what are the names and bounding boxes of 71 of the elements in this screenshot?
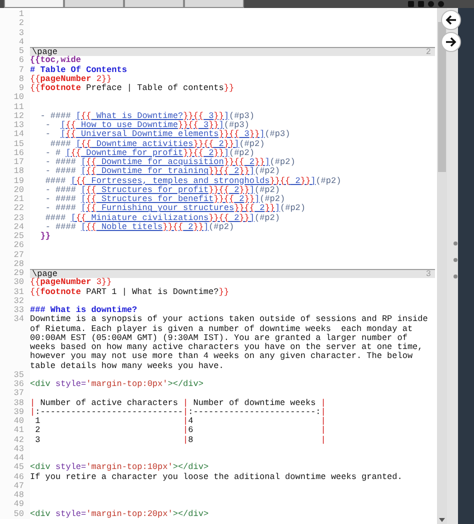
scrollbar[interactable] xyxy=(437,8,447,524)
code-line: \page xyxy=(32,270,58,278)
code-line: - [{{ Universal Downtime elements}}{{ 3}}](#p3) xyxy=(44,130,292,140)
code-line: 2 |6 | xyxy=(34,426,327,436)
code-line: If you retire a character you loose the aditional downtime weeks granted. xyxy=(30,472,404,482)
line-number: 41 xyxy=(0,426,30,436)
code-line: {{footnote PART 1 | What is Downtime?}} xyxy=(30,288,230,297)
line-number: 48 xyxy=(0,491,30,500)
right-arrow-icon xyxy=(445,37,457,47)
code-line: - #### [{{ Structures for profit}}{{ 2}}](#p2) xyxy=(44,186,280,195)
page-number: 2 xyxy=(426,48,431,56)
code-line: 3 |8 | xyxy=(34,436,327,445)
code-line: #### [{{ Fortresses, temples and strongholds}}{{ 2}}](#p2) xyxy=(44,176,342,186)
code-line: - # [{{ Downtime for profit}}{{ 2}}](#p2) xyxy=(44,148,254,158)
line-number: 13 xyxy=(0,121,30,130)
line-number: 21 xyxy=(0,195,30,204)
code-line: - #### [{{ Structures for benefit}}{{ 2}}](#p2) xyxy=(44,195,286,204)
scroll-down-arrow-icon[interactable] xyxy=(439,518,445,522)
code-line: 1 |4 | xyxy=(34,417,327,426)
code-line: - #### [{{ Furnishing your structures}}{{ 2}}](#p2) xyxy=(44,204,307,214)
left-arrow-icon xyxy=(445,15,457,25)
toolbar-tab[interactable] xyxy=(124,0,184,8)
code-line: #### [{{ Miniature civilizations}}{{ 2}}](#p2) xyxy=(44,214,281,222)
code-line: {{pageNumber 2}} xyxy=(30,74,112,84)
line-number: 44 xyxy=(0,454,30,464)
line-number: 18 xyxy=(0,167,30,176)
code-line: - #### [{{ What is Downtime?}}{{ 3}}](#p3) xyxy=(39,112,256,121)
line-number: 9 xyxy=(0,84,30,94)
toolbar-tab[interactable] xyxy=(64,0,124,8)
line-number: 33 xyxy=(0,306,30,316)
line-number: 5 xyxy=(0,47,30,56)
line-number: 36 xyxy=(0,380,30,390)
code-line: <div style='margin-top:20px'></div> xyxy=(30,510,210,519)
line-number: 2 xyxy=(0,19,30,28)
code-line: \page xyxy=(32,48,58,56)
line-number: 25 xyxy=(0,232,30,242)
toolbar-tab[interactable] xyxy=(184,0,244,8)
line-number: 34 xyxy=(0,315,30,371)
code-line: {{toc,wide xyxy=(30,56,82,66)
code-line: # Table Of Contents xyxy=(30,66,128,74)
code-line: ### What is downtime? xyxy=(30,306,138,315)
code-line: #### [{{ Downtime activities}}{{ 2}}](#p2) xyxy=(49,140,266,148)
line-number: 37 xyxy=(0,389,30,398)
code-line: - #### [{{ Downtime for training}}{{ 2}}](#p2) xyxy=(44,167,281,176)
code-line: {{footnote Preface | Table of contents}} xyxy=(30,84,236,94)
code-line: - #### [{{ Downtime for acquisition}}{{ 2}}](#p2) xyxy=(44,158,296,167)
code-line: - #### [{{ Noble titels}}{{ 2}}](#p2) xyxy=(45,222,236,232)
code-line: - [{{ How to use Downtime}}{{ 3}}](#p3) xyxy=(44,121,250,130)
scrollbar-thumb[interactable] xyxy=(438,22,446,172)
line-number: 6 xyxy=(0,56,30,66)
line-number: 40 xyxy=(0,417,30,426)
code-line: <div style='margin-top:10px'></div> xyxy=(30,463,210,472)
line-number: 22 xyxy=(0,204,30,214)
code-line: | Number of active characters | Number of downtime weeks | xyxy=(30,398,327,408)
code-line: <div style='margin-top:0px'></div> xyxy=(30,380,204,390)
line-number: 26 xyxy=(0,241,30,250)
toolbar-tab[interactable] xyxy=(4,0,64,8)
code-line: Downtime is a synopsis of your actions taken outside of sessions and RP inside of Rietuma. Each player is given a number of downtime weeks each monday at 00:00AM EST (05:00AM GMT) (9:30AM IST). You are granted a larger number of weeks based on how many active characters you have on the server at one time, however you may not use more than 4 weeks on any given character. The below table details how many weeks you have. xyxy=(30,315,429,371)
code-line: }} xyxy=(39,232,52,242)
line-number: 29 xyxy=(0,269,30,278)
line-number: 14 xyxy=(0,130,30,140)
page-number: 3 xyxy=(426,270,431,278)
code-line: |:----------------------------|:------------------------:| xyxy=(30,408,327,417)
code-line: {{pageNumber 3}} xyxy=(30,278,113,288)
line-number: 1 xyxy=(0,10,30,20)
dots-icon[interactable] xyxy=(453,241,458,279)
line-number: 10 xyxy=(0,93,30,102)
line-number: 49 xyxy=(0,500,30,510)
line-number: 30 xyxy=(0,278,30,288)
line-number: 45 xyxy=(0,463,30,472)
line-number: 17 xyxy=(0,158,30,168)
